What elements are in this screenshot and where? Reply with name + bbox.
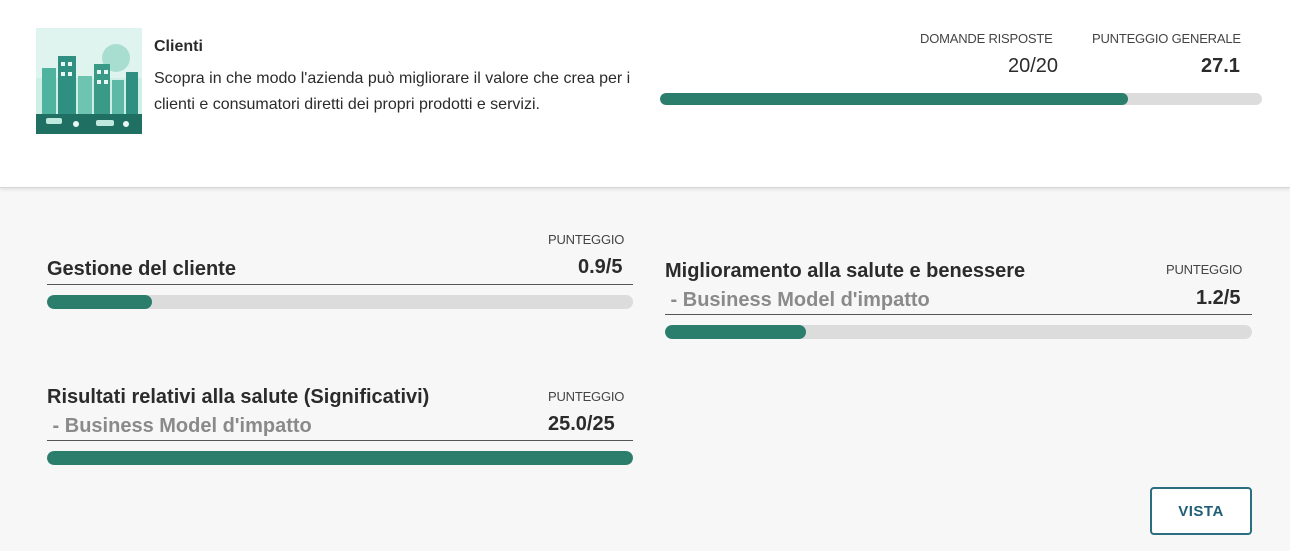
overall-score-label: PUNTEGGIO GENERALE [1092,31,1241,46]
section-title: Risultati relativi alla salute (Signific… [47,386,430,408]
section-title: Gestione del cliente [47,258,236,280]
section-title: Miglioramento alla salute e benessere [665,260,1026,282]
questions-answered-label: DOMANDE RISPOSTE [920,31,1053,46]
section-subtitle: - Business Model d'impatto [665,289,930,311]
section-progress-fill [47,295,153,309]
city-illustration-image [36,28,142,134]
section-score-value: 25.0/25 [548,413,615,435]
section-score-label: PUNTEGGIO [548,389,625,404]
questions-answered-value: 20/20 [1008,55,1059,77]
section-divider [47,284,633,285]
overall-progress-fill [660,93,1128,105]
overall-progress-bar [660,93,1262,105]
section-score-value: 1.2/5 [1196,287,1241,309]
section-progress-bar [47,451,633,465]
section-score-label: PUNTEGGIO [548,232,625,247]
section-progress-bar [47,295,633,309]
category-header: Clienti Scopra in che modo l'azienda può… [0,0,1290,188]
section-subtitle: - Business Model d'impatto [47,415,312,437]
section-score-label: PUNTEGGIO [1166,262,1243,277]
overall-score-value: 27.1 [1201,55,1240,77]
category-description: Scopra in che modo l'azienda può miglior… [154,70,631,113]
section-divider [47,440,633,441]
section-progress-fill [47,451,633,465]
section-score-value: 0.9/5 [578,256,623,278]
view-button[interactable]: VISTA [1150,487,1252,535]
category-title: Clienti [154,38,203,55]
section-progress-bar [665,325,1252,339]
section-progress-fill [665,325,806,339]
section-divider [665,314,1252,315]
